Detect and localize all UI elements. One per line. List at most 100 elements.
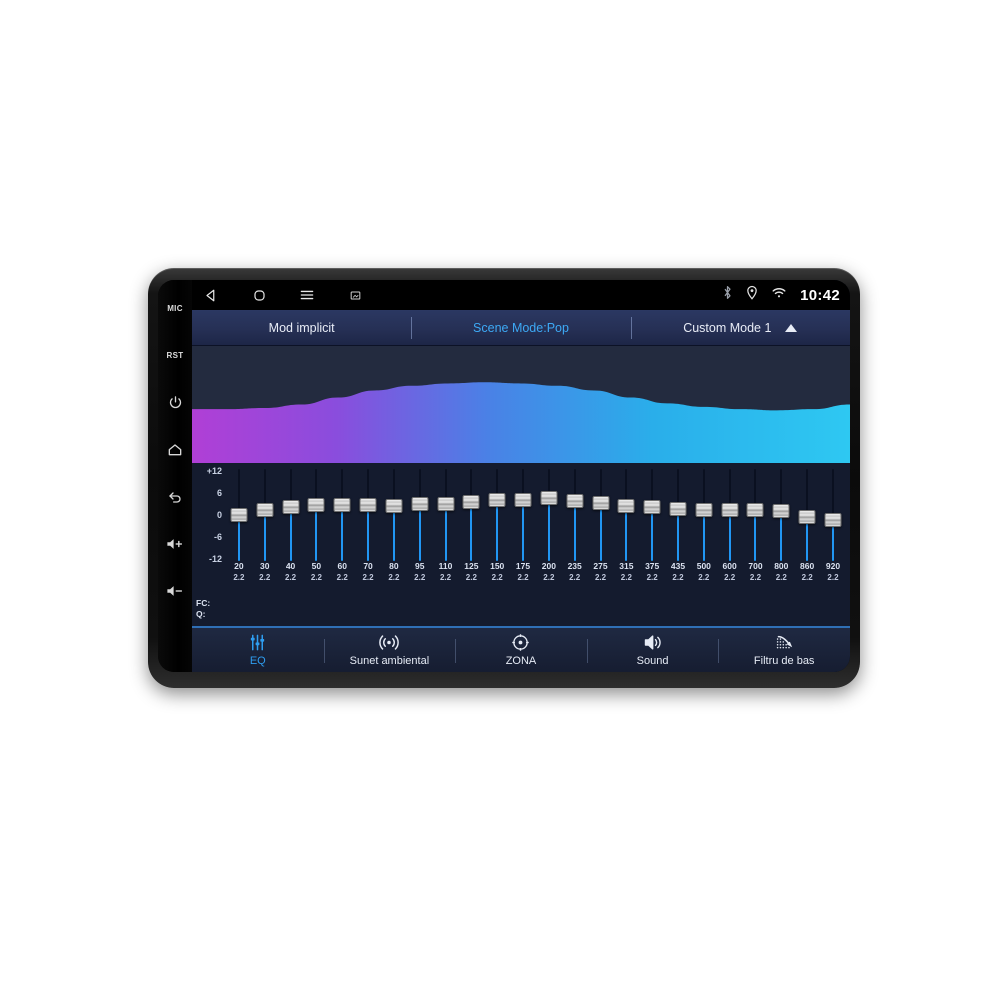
eq-band-slider[interactable] xyxy=(691,469,717,561)
slider-thumb[interactable] xyxy=(617,498,635,513)
eq-band-slider[interactable] xyxy=(433,469,459,561)
caret-up-icon[interactable] xyxy=(785,323,798,332)
eq-band-slider[interactable] xyxy=(278,469,304,561)
eq-band[interactable]: 60 2.2 xyxy=(329,469,355,626)
eq-curve-svg xyxy=(192,382,850,463)
eq-band[interactable]: 50 2.2 xyxy=(303,469,329,626)
tab-ambient[interactable]: Sunet ambiental xyxy=(323,628,456,672)
eq-band-slider[interactable] xyxy=(536,469,562,561)
power-icon[interactable] xyxy=(158,380,192,425)
screenshot-icon[interactable] xyxy=(344,284,366,306)
eq-band[interactable]: 600 2.2 xyxy=(717,469,743,626)
slider-thumb[interactable] xyxy=(514,492,532,507)
eq-band-slider[interactable] xyxy=(355,469,381,561)
slider-thumb[interactable] xyxy=(256,503,274,518)
eq-band[interactable]: 920 2.2 xyxy=(820,469,846,626)
eq-band-frequency: 275 xyxy=(593,561,608,571)
eq-band[interactable]: 125 2.2 xyxy=(458,469,484,626)
eq-band-slider[interactable] xyxy=(639,469,665,561)
eq-band-slider[interactable] xyxy=(407,469,433,561)
eq-band-slider[interactable] xyxy=(588,469,614,561)
slider-thumb[interactable] xyxy=(307,498,325,513)
eq-band-slider[interactable] xyxy=(226,469,252,561)
mode-custom[interactable]: Custom Mode 1 xyxy=(630,310,850,345)
eq-band-slider[interactable] xyxy=(665,469,691,561)
slider-thumb[interactable] xyxy=(669,501,687,516)
eq-band[interactable]: 200 2.2 xyxy=(536,469,562,626)
slider-thumb[interactable] xyxy=(488,493,506,508)
tab-bass[interactable]: Filtru de bas xyxy=(718,628,850,672)
eq-band-slider[interactable] xyxy=(303,469,329,561)
eq-band[interactable]: 20 2.2 xyxy=(226,469,252,626)
mode-scene[interactable]: Scene Mode:Pop xyxy=(411,310,630,345)
eq-band[interactable]: 30 2.2 xyxy=(252,469,278,626)
eq-band[interactable]: 700 2.2 xyxy=(743,469,769,626)
volume-down-icon[interactable] xyxy=(158,568,192,613)
slider-thumb[interactable] xyxy=(462,494,480,509)
eq-band[interactable]: 315 2.2 xyxy=(613,469,639,626)
eq-band-slider[interactable] xyxy=(510,469,536,561)
eq-band[interactable]: 40 2.2 xyxy=(278,469,304,626)
home-icon[interactable] xyxy=(158,427,192,472)
eq-band-slider[interactable] xyxy=(794,469,820,561)
slider-thumb[interactable] xyxy=(772,504,790,519)
slider-track-upper xyxy=(806,469,809,511)
tab-eq[interactable]: EQ xyxy=(192,628,324,672)
eq-band[interactable]: 235 2.2 xyxy=(562,469,588,626)
mode-default[interactable]: Mod implicit xyxy=(192,310,411,345)
slider-track-upper xyxy=(392,469,395,500)
eq-band[interactable]: 80 2.2 xyxy=(381,469,407,626)
slider-track-upper xyxy=(341,469,344,500)
eq-band-slider[interactable] xyxy=(484,469,510,561)
slider-thumb[interactable] xyxy=(437,496,455,511)
back-arrow-icon[interactable] xyxy=(158,474,192,519)
bass-filter-icon xyxy=(774,633,795,652)
eq-band[interactable]: 800 2.2 xyxy=(768,469,794,626)
eq-band[interactable]: 95 2.2 xyxy=(407,469,433,626)
slider-thumb[interactable] xyxy=(824,512,842,527)
slider-thumb[interactable] xyxy=(411,497,429,512)
slider-thumb[interactable] xyxy=(798,509,816,524)
eq-band[interactable]: 860 2.2 xyxy=(794,469,820,626)
eq-band-slider[interactable] xyxy=(768,469,794,561)
eq-band[interactable]: 150 2.2 xyxy=(484,469,510,626)
eq-band-slider[interactable] xyxy=(252,469,278,561)
slider-thumb[interactable] xyxy=(746,503,764,518)
eq-band[interactable]: 175 2.2 xyxy=(510,469,536,626)
hamburger-menu-icon[interactable] xyxy=(296,284,318,306)
q-row-label: Q: xyxy=(196,609,206,619)
eq-band[interactable]: 375 2.2 xyxy=(639,469,665,626)
volume-up-icon[interactable] xyxy=(158,521,192,566)
eq-band[interactable]: 435 2.2 xyxy=(665,469,691,626)
eq-band-slider[interactable] xyxy=(743,469,769,561)
eq-band-slider[interactable] xyxy=(381,469,407,561)
slider-thumb[interactable] xyxy=(540,491,558,506)
slider-thumb[interactable] xyxy=(282,500,300,515)
eq-band[interactable]: 500 2.2 xyxy=(691,469,717,626)
tab-sound[interactable]: Sound xyxy=(586,628,719,672)
eq-band-slider[interactable] xyxy=(613,469,639,561)
slider-thumb[interactable] xyxy=(592,495,609,510)
hw-key-rst[interactable]: RST xyxy=(158,333,192,378)
eq-band-slider[interactable] xyxy=(329,469,355,561)
eq-band-slider[interactable] xyxy=(820,469,846,561)
slider-thumb[interactable] xyxy=(643,500,661,515)
slider-thumb[interactable] xyxy=(566,494,584,509)
eq-band-slider[interactable] xyxy=(562,469,588,561)
slider-thumb[interactable] xyxy=(230,508,248,522)
hw-key-mic[interactable]: MIC xyxy=(158,286,192,331)
eq-band[interactable]: 275 2.2 xyxy=(588,469,614,626)
slider-thumb[interactable] xyxy=(721,503,739,518)
eq-band[interactable]: 110 2.2 xyxy=(433,469,459,626)
home-square-icon[interactable] xyxy=(248,284,270,306)
tab-label: ZONA xyxy=(505,655,537,667)
slider-thumb[interactable] xyxy=(359,498,377,513)
eq-band[interactable]: 70 2.2 xyxy=(355,469,381,626)
slider-thumb[interactable] xyxy=(695,502,713,517)
slider-thumb[interactable] xyxy=(333,498,351,513)
eq-band-slider[interactable] xyxy=(717,469,743,561)
eq-band-slider[interactable] xyxy=(458,469,484,561)
tab-zone[interactable]: ZONA xyxy=(455,628,587,672)
back-triangle-icon[interactable] xyxy=(200,284,222,306)
slider-thumb[interactable] xyxy=(385,498,403,513)
